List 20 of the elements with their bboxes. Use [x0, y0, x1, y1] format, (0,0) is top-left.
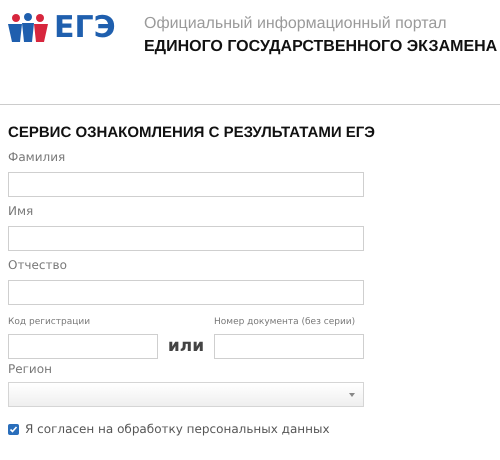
- field-label: Фамилия: [8, 149, 66, 166]
- document-number-field[interactable]: [214, 334, 364, 359]
- logo-text: ЕГЭ: [54, 13, 116, 43]
- portal-subtitle: Официальный информационный портал: [144, 14, 448, 34]
- field-label: Номер документа (без серии): [214, 316, 356, 329]
- form-title: СЕРВИС ОЗНАКОМЛЕНИЯ С РЕЗУЛЬТАТАМИ ЕГЭ: [8, 123, 376, 143]
- dropdown-caret-icon: [349, 392, 355, 396]
- or-text: или: [166, 335, 206, 358]
- text-field[interactable]: [8, 172, 364, 197]
- text-field[interactable]: [8, 280, 364, 305]
- field-label: Регион: [8, 361, 53, 378]
- consent-checkbox[interactable]: [8, 424, 19, 434]
- region-select[interactable]: [8, 382, 364, 407]
- field-label: Код регистрации: [8, 316, 92, 329]
- text-field[interactable]: [8, 226, 364, 251]
- field-label: Имя: [8, 203, 34, 220]
- portal-title: ЕДИНОГО ГОСУДАРСТВЕННОГО ЭКЗАМЕНА: [144, 37, 498, 57]
- field-label: Отчество: [8, 257, 68, 274]
- consent-label: Я согласен на обработку персональных данных: [25, 421, 330, 437]
- registration-code-field[interactable]: [8, 334, 158, 359]
